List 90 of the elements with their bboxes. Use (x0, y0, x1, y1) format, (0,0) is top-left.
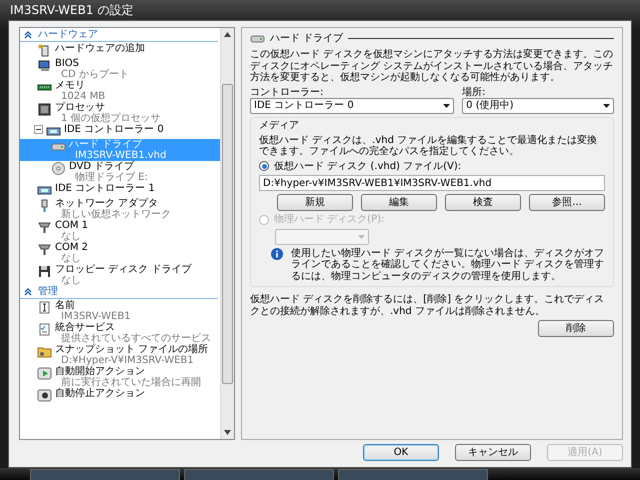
group-title: メディア (259, 120, 300, 132)
item-label: スナップショット ファイルの場所 (55, 344, 208, 355)
button[interactable]: 参照... (529, 194, 605, 211)
scroll-thumb[interactable] (222, 84, 233, 384)
sidebar-item[interactable]: 統合サービス 提供されているすべてのサービス (20, 322, 220, 344)
sidebar-item[interactable]: IDE コントローラー 0 (20, 124, 220, 139)
item-detail: IM3SRV-WEB1.vhd (74, 150, 166, 161)
item-label: フロッピー ディスク ドライブ (55, 264, 192, 275)
section-header[interactable]: 管理 (20, 286, 218, 299)
scroll-up-icon[interactable] (224, 32, 231, 37)
sidebar-item[interactable]: DVD ドライブ 物理ドライブ E: (20, 161, 220, 183)
item-label: COM 1 (55, 220, 88, 231)
item-label: ネットワーク アダプタ (55, 198, 160, 209)
dialog-button[interactable]: OK (363, 444, 439, 461)
item-label: DVD ドライブ (69, 161, 134, 172)
info-icon (271, 248, 283, 260)
sidebar-item[interactable]: COM 2 なし (20, 242, 220, 264)
delete-button[interactable]: 削除 (538, 320, 614, 337)
field-label: コントローラー: (250, 86, 324, 98)
stop-icon (37, 388, 52, 403)
section-title: 管理 (38, 286, 58, 298)
window-title: IM3SRV-WEB1 の設定 (9, 2, 134, 19)
item-label: ハード ドライブ (69, 139, 144, 150)
field-label: 場所: (462, 86, 487, 98)
port-icon (37, 242, 52, 257)
item-detail: 新しい仮想ネットワーク (60, 209, 171, 220)
description-text: 仮想ハード ディスクを削除するには、[削除] をクリックします。これでディスクとの接続が解除されますが、.vhd ファイルは削除されません。 (250, 294, 606, 317)
item-label: 名前 (55, 300, 76, 311)
sidebar-item[interactable]: IDE コントローラー 1 (20, 183, 220, 198)
description-text: この仮想ハード ディスクを仮想マシンにアタッチする方法は変更できます。このディスクにオペレーティング システムがインストールされている場合、アタッチ方法を変更すると、仮想マシンが起動しなくなる可能性があります。 (250, 49, 614, 84)
port-icon (37, 220, 52, 235)
play-icon (37, 366, 52, 381)
item-label: 自動停止アクション (55, 388, 145, 399)
button[interactable]: 新規 (277, 194, 353, 211)
radio-option: 物理ハード ディスク(P): (259, 214, 605, 226)
computer-icon (37, 58, 52, 73)
button[interactable]: 編集 (361, 194, 437, 211)
dropdown-arrow-icon (603, 104, 610, 108)
disc-icon (51, 161, 66, 176)
chevron-icon[interactable] (24, 31, 32, 39)
checklist-icon (37, 322, 52, 337)
collapse-icon[interactable] (34, 125, 43, 134)
name-icon (37, 300, 52, 315)
processor-icon (37, 102, 52, 117)
dialog-button[interactable]: キャンセル (455, 444, 531, 461)
item-label: ハードウェアの追加 (55, 43, 145, 54)
item-label: IDE コントローラー 0 (64, 124, 164, 135)
item-detail: なし (60, 275, 82, 286)
description-text: 仮想ハード ディスクは、.vhd ファイルを編集することで最適化または変換できます。ファイルへの完全なパスを指定してください。 (259, 134, 598, 158)
sidebar-item[interactable]: メモリ 1024 MB (20, 80, 220, 102)
sidebar-item[interactable]: 自動開始アクション 前に実行されていた場合に再開 (20, 366, 220, 388)
item-detail: 1 個の仮想プロセッサ (60, 113, 161, 124)
item-label: プロセッサ (55, 102, 105, 113)
item-label: メモリ (55, 80, 86, 91)
dropdown-arrow-icon (358, 234, 365, 238)
sidebar-item[interactable]: プロセッサ 1 個の仮想プロセッサ (20, 102, 220, 124)
sidebar-item[interactable]: スナップショット ファイルの場所 D:¥Hyper-V¥IM3SRV-WEB1 (20, 344, 220, 366)
panel-title: ハード ドライブ (270, 32, 344, 44)
sidebar-item[interactable]: BIOS CD からブート (20, 58, 220, 80)
sidebar-item[interactable]: 自動停止アクション (20, 388, 220, 403)
item-detail: なし (60, 231, 82, 242)
section-header[interactable]: ハードウェア (20, 29, 218, 42)
item-label: 統合サービス (55, 322, 116, 333)
item-label: BIOS (55, 58, 80, 69)
sidebar-item[interactable]: ネットワーク アダプタ 新しい仮想ネットワーク (20, 198, 220, 220)
scroll-down-icon[interactable] (224, 430, 231, 435)
item-detail: IM3SRV-WEB1 (60, 311, 131, 322)
item-detail: CD からブート (60, 69, 129, 80)
button[interactable]: 検査 (445, 194, 521, 211)
section-title: ハードウェア (38, 29, 98, 41)
item-label: 自動開始アクション (55, 366, 146, 377)
item-detail: 物理ドライブ E: (74, 172, 148, 183)
dropdown-arrow-icon (443, 104, 450, 108)
chevron-icon[interactable] (24, 288, 32, 296)
sidebar-item[interactable]: 名前 IM3SRV-WEB1 (20, 300, 220, 322)
item-label: COM 2 (55, 242, 88, 253)
item-detail: 1024 MB (61, 91, 106, 102)
item-detail: なし (60, 253, 82, 264)
item-detail: 提供されているすべてのサービス (60, 333, 211, 344)
item-detail: D:¥Hyper-V¥IM3SRV-WEB1 (60, 355, 195, 366)
dropdown[interactable]: 0 (使用中) (462, 98, 614, 114)
sidebar-item[interactable]: ハードウェアの追加 (20, 43, 220, 58)
sidebar-item[interactable]: フロッピー ディスク ドライブ なし (20, 264, 220, 286)
radio-option[interactable]: 仮想ハード ディスク (.vhd) ファイル(V): (259, 160, 605, 172)
sidebar-item[interactable]: COM 1 なし (20, 220, 220, 242)
info-text: 使用したい物理ハード ディスクが一覧にない場合は、ディスクがオフラインであることを確認してください。物理ハード ディスクを管理するには、物理コンピュータのディスクの管理を使用します。 (291, 248, 605, 282)
path-field[interactable]: D:¥hyper-v¥IM3SRV-WEB1¥IM3SRV-WEB1.vhd (259, 175, 605, 191)
item-detail: 前に実行されていた場合に再開 (60, 377, 201, 388)
item-label: IDE コントローラー 1 (55, 183, 155, 194)
dropdown[interactable]: IDE コントローラー 0 (250, 98, 454, 114)
